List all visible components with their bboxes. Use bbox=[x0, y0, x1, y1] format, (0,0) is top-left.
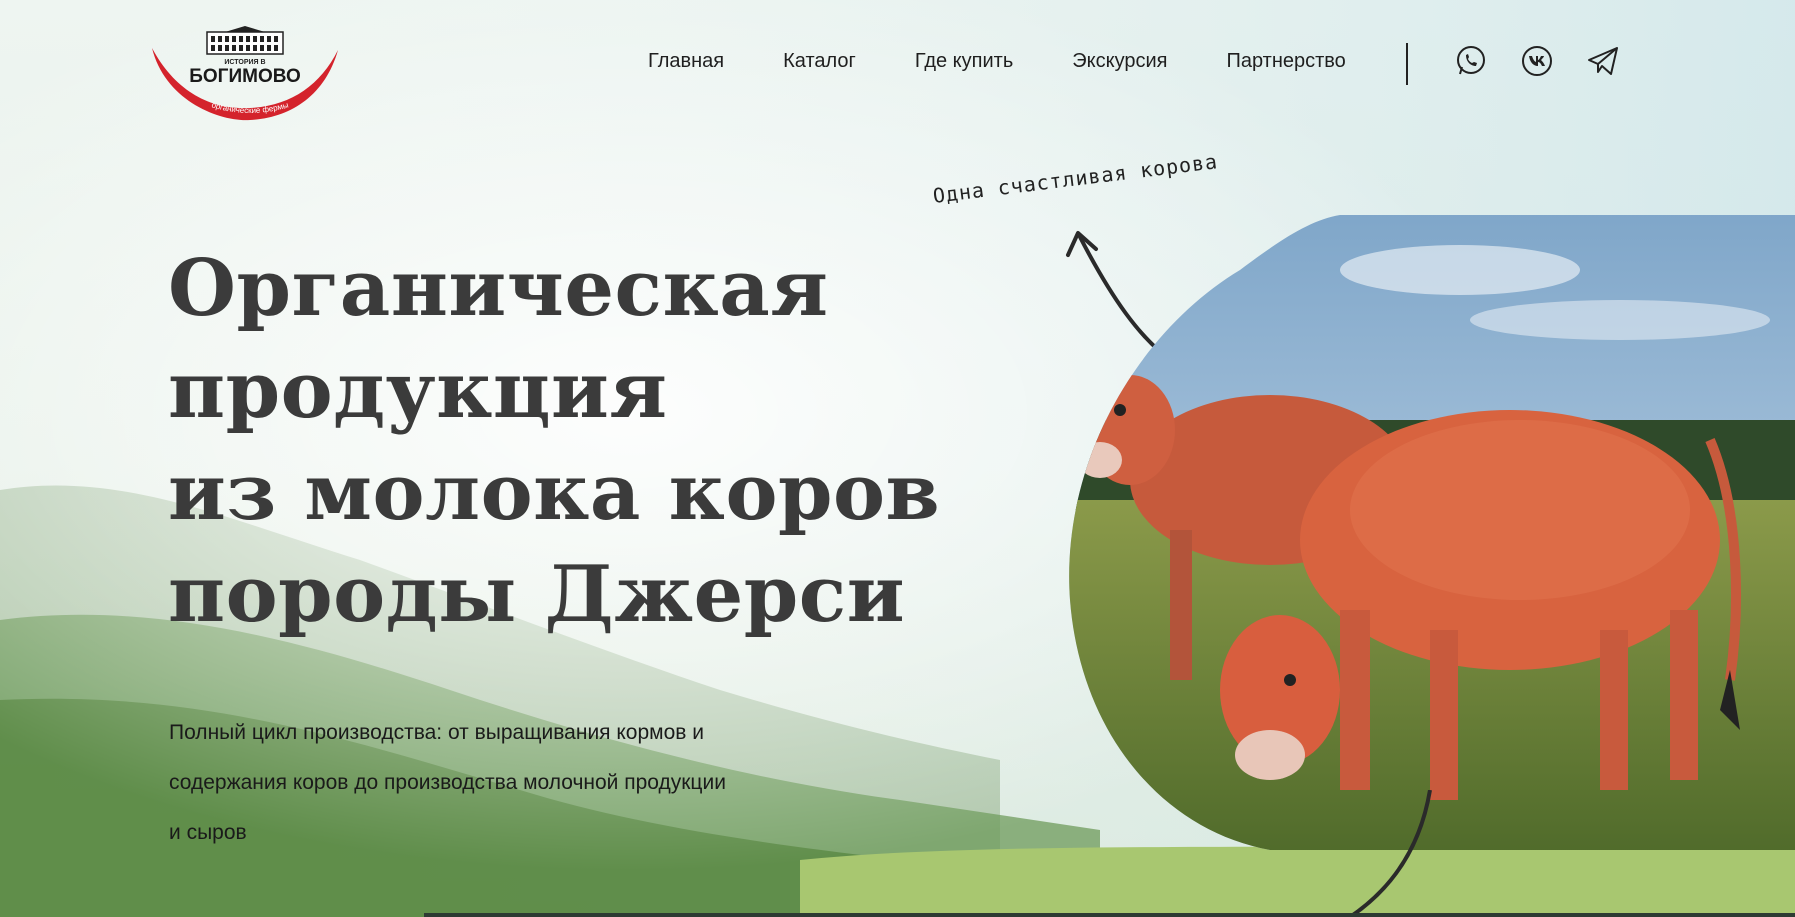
hero-description-line: Полный цикл производства: от выращивания… bbox=[169, 721, 704, 744]
logo-top-text: ИСТОРИЯ В bbox=[224, 59, 265, 66]
hero-description: Полный цикл производства: от выращивания… bbox=[169, 708, 809, 858]
estate-building-icon bbox=[206, 26, 284, 55]
hero-description-line: содержания коров до производства молочно… bbox=[169, 771, 726, 794]
brand-logo[interactable]: ИСТОРИЯ В БОГИМОВО органические фермы bbox=[150, 26, 340, 122]
nav-link-where-to-buy[interactable]: Где купить bbox=[915, 50, 1013, 73]
cows-illustration bbox=[1069, 215, 1795, 850]
hero-title-line: из молока коров bbox=[168, 447, 941, 538]
hero-title: Органическая продукция из молока коров п… bbox=[168, 238, 940, 646]
hero-title-line: Органическая bbox=[168, 243, 829, 334]
nav-link-home[interactable]: Главная bbox=[648, 50, 724, 73]
nav-link-partnership[interactable]: Партнерство bbox=[1226, 50, 1345, 73]
nav-link-catalog[interactable]: Каталог bbox=[783, 50, 856, 73]
logo-name: БОГИМОВО bbox=[189, 66, 301, 87]
hero-title-line: продукция bbox=[168, 345, 668, 436]
nav-divider bbox=[1406, 43, 1408, 85]
decorative-curve-icon bbox=[1348, 790, 1432, 917]
telegram-icon[interactable] bbox=[1586, 44, 1620, 78]
bottom-edge-bar bbox=[424, 913, 1795, 917]
vk-icon[interactable] bbox=[1520, 44, 1554, 78]
hero-title-line: породы Джерси bbox=[168, 549, 906, 640]
hero-description-line: и сыров bbox=[169, 821, 247, 844]
nav-link-excursion[interactable]: Экскурсия bbox=[1072, 50, 1167, 73]
main-nav: Главная Каталог Где купить Экскурсия Пар… bbox=[648, 50, 1346, 73]
whatsapp-icon[interactable] bbox=[1454, 44, 1488, 78]
